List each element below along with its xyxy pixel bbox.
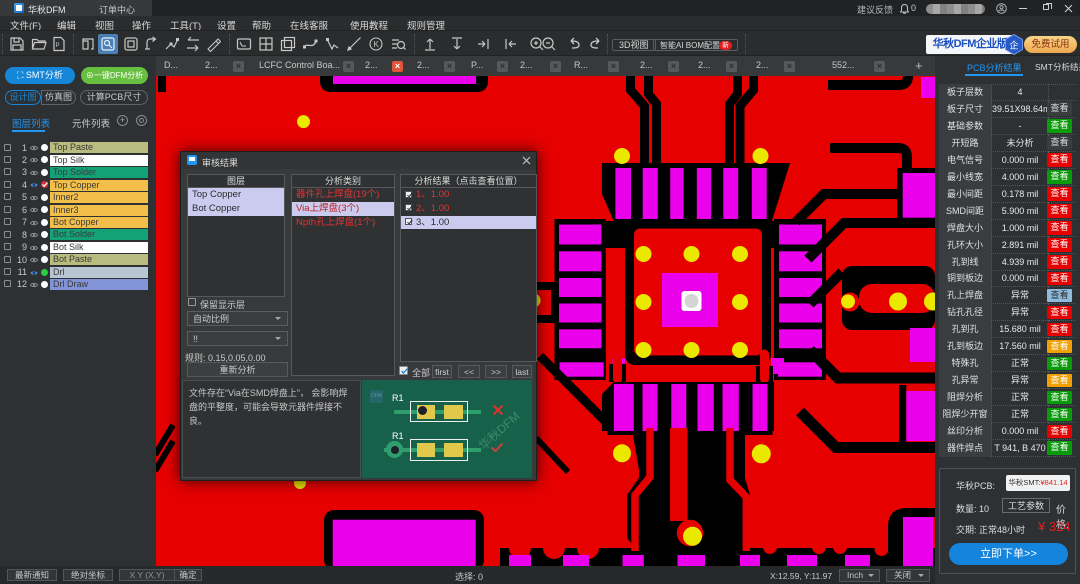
svg-text:P: P — [56, 43, 60, 49]
svg-text:企: 企 — [1010, 40, 1019, 51]
svg-text:K: K — [374, 40, 380, 49]
